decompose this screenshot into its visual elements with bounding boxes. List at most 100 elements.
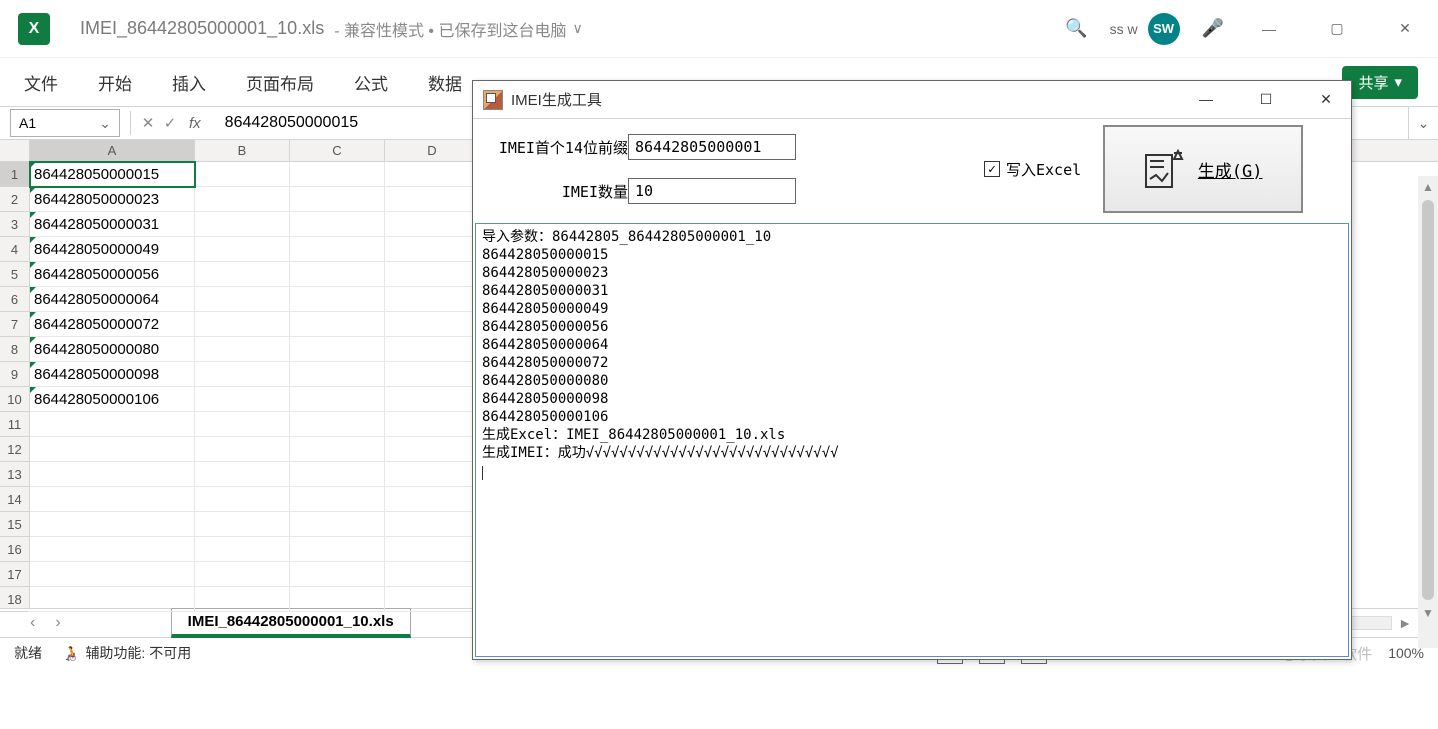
cell[interactable]: 864428050000015 xyxy=(30,162,195,187)
cell[interactable] xyxy=(290,337,385,362)
title-dropdown-icon[interactable]: ∨ xyxy=(572,20,582,37)
dialog-close-button[interactable]: ✕ xyxy=(1311,91,1341,108)
cell[interactable] xyxy=(195,312,290,337)
cell[interactable] xyxy=(30,562,195,587)
cell[interactable] xyxy=(385,387,480,412)
expand-formula-icon[interactable]: ⌄ xyxy=(1408,107,1438,139)
row-header[interactable]: 11 xyxy=(0,412,29,437)
cell[interactable] xyxy=(290,512,385,537)
cell[interactable] xyxy=(385,587,480,612)
cell[interactable] xyxy=(385,537,480,562)
row-header[interactable]: 9 xyxy=(0,362,29,387)
name-box[interactable]: A1 ⌄ xyxy=(10,109,120,137)
cell[interactable] xyxy=(195,387,290,412)
cell[interactable] xyxy=(385,187,480,212)
prefix-input[interactable] xyxy=(628,134,796,160)
sheet-tab[interactable]: IMEI_86442805000001_10.xls xyxy=(171,608,411,638)
row-header[interactable]: 3 xyxy=(0,212,29,237)
cell[interactable] xyxy=(290,487,385,512)
cell[interactable] xyxy=(195,212,290,237)
cell[interactable] xyxy=(195,487,290,512)
cell[interactable] xyxy=(385,262,480,287)
close-button[interactable]: ✕ xyxy=(1382,13,1428,45)
row-header[interactable]: 16 xyxy=(0,537,29,562)
tab-home[interactable]: 开始 xyxy=(94,64,136,101)
cell[interactable] xyxy=(30,437,195,462)
row-header[interactable]: 15 xyxy=(0,512,29,537)
cell[interactable]: 864428050000049 xyxy=(30,237,195,262)
row-header[interactable]: 13 xyxy=(0,462,29,487)
cell[interactable] xyxy=(290,187,385,212)
cell[interactable]: 864428050000031 xyxy=(30,212,195,237)
row-header[interactable]: 4 xyxy=(0,237,29,262)
cell[interactable]: 864428050000064 xyxy=(30,287,195,312)
cell[interactable]: 864428050000056 xyxy=(30,262,195,287)
row-header[interactable]: 17 xyxy=(0,562,29,587)
col-header-b[interactable]: B xyxy=(195,140,290,161)
row-header[interactable]: 14 xyxy=(0,487,29,512)
search-icon[interactable]: 🔍 xyxy=(1065,18,1087,39)
dialog-output[interactable]: 导入参数：86442805_86442805000001_10 86442805… xyxy=(475,223,1349,657)
cell[interactable]: 864428050000072 xyxy=(30,312,195,337)
cell[interactable] xyxy=(290,537,385,562)
cell[interactable] xyxy=(290,562,385,587)
cell[interactable] xyxy=(195,362,290,387)
tab-file[interactable]: 文件 xyxy=(20,64,62,101)
row-header[interactable]: 7 xyxy=(0,312,29,337)
cell[interactable]: 864428050000106 xyxy=(30,387,195,412)
count-input[interactable] xyxy=(628,178,796,204)
cell[interactable] xyxy=(195,587,290,612)
row-header[interactable]: 2 xyxy=(0,187,29,212)
cell[interactable] xyxy=(385,512,480,537)
generate-button[interactable]: 生成(G) xyxy=(1103,125,1303,213)
cell[interactable] xyxy=(290,412,385,437)
scroll-thumb[interactable] xyxy=(1422,200,1434,600)
cell[interactable] xyxy=(195,187,290,212)
cell[interactable] xyxy=(385,487,480,512)
cell[interactable] xyxy=(195,337,290,362)
cell[interactable] xyxy=(195,537,290,562)
cell[interactable] xyxy=(290,287,385,312)
cell[interactable] xyxy=(195,562,290,587)
hscroll-right-icon[interactable]: ► xyxy=(1392,615,1418,631)
cell[interactable] xyxy=(195,237,290,262)
cell[interactable] xyxy=(195,462,290,487)
cell[interactable] xyxy=(290,237,385,262)
minimize-button[interactable]: — xyxy=(1246,13,1292,45)
cell[interactable] xyxy=(385,462,480,487)
cell[interactable] xyxy=(30,412,195,437)
cell[interactable] xyxy=(290,212,385,237)
row-header[interactable]: 1 xyxy=(0,162,29,187)
cell[interactable] xyxy=(290,387,385,412)
cell[interactable]: 864428050000023 xyxy=(30,187,195,212)
col-header-d[interactable]: D xyxy=(385,140,480,161)
accept-formula-icon[interactable]: ✓ xyxy=(159,114,181,132)
cell[interactable] xyxy=(385,362,480,387)
tab-layout[interactable]: 页面布局 xyxy=(242,64,318,101)
col-header-a[interactable]: A xyxy=(30,140,195,161)
cell[interactable] xyxy=(195,437,290,462)
namebox-dropdown-icon[interactable]: ⌄ xyxy=(99,115,111,132)
cell[interactable] xyxy=(195,287,290,312)
cell[interactable] xyxy=(290,587,385,612)
cell[interactable] xyxy=(385,162,480,187)
dialog-maximize-button[interactable]: ☐ xyxy=(1251,91,1281,108)
cell[interactable] xyxy=(290,462,385,487)
share-button[interactable]: 共享 ▾ xyxy=(1342,66,1418,99)
cell[interactable] xyxy=(385,562,480,587)
row-header[interactable]: 5 xyxy=(0,262,29,287)
cell[interactable] xyxy=(195,512,290,537)
cell[interactable] xyxy=(195,262,290,287)
user-avatar[interactable]: SW xyxy=(1148,13,1180,45)
cell[interactable]: 864428050000098 xyxy=(30,362,195,387)
cell[interactable] xyxy=(290,162,385,187)
cell[interactable] xyxy=(290,262,385,287)
cell[interactable] xyxy=(30,537,195,562)
prev-sheet-icon[interactable]: ‹ xyxy=(20,614,45,632)
cell[interactable]: 864428050000080 xyxy=(30,337,195,362)
accessibility-icon[interactable]: 🧑‍🦽 xyxy=(62,645,79,662)
file-title[interactable]: IMEI_86442805000001_10.xls xyxy=(80,18,324,39)
row-header[interactable]: 12 xyxy=(0,437,29,462)
cell[interactable] xyxy=(385,437,480,462)
row-header[interactable]: 10 xyxy=(0,387,29,412)
